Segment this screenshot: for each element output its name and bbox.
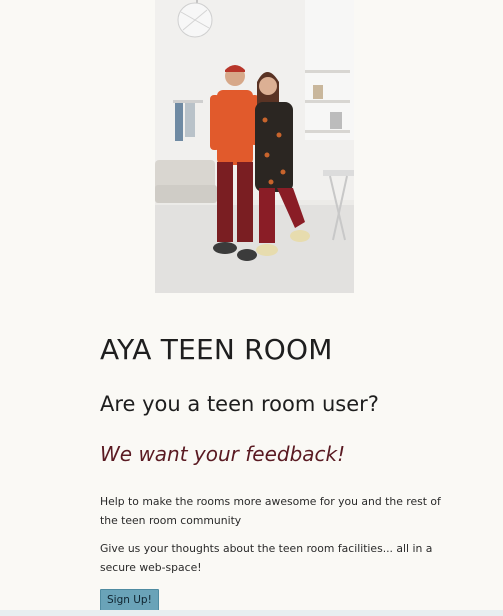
main-content: AYA TEEN ROOM Are you a teen room user? … xyxy=(100,330,460,611)
sign-up-button[interactable]: Sign Up! xyxy=(100,589,159,611)
page-bottom-edge xyxy=(0,610,503,616)
site-title: AYA TEEN ROOM xyxy=(100,333,333,366)
page: AYA TEEN ROOM Are you a teen room user? … xyxy=(0,0,503,616)
intro-paragraph: Help to make the rooms more awesome for … xyxy=(100,495,441,527)
hero-image xyxy=(155,0,354,293)
hero-photo xyxy=(155,0,354,293)
question-heading: Are you a teen room user? xyxy=(100,392,379,416)
feedback-tagline: We want your feedback! xyxy=(100,442,346,466)
thoughts-paragraph: Give us your thoughts about the teen roo… xyxy=(100,542,433,574)
